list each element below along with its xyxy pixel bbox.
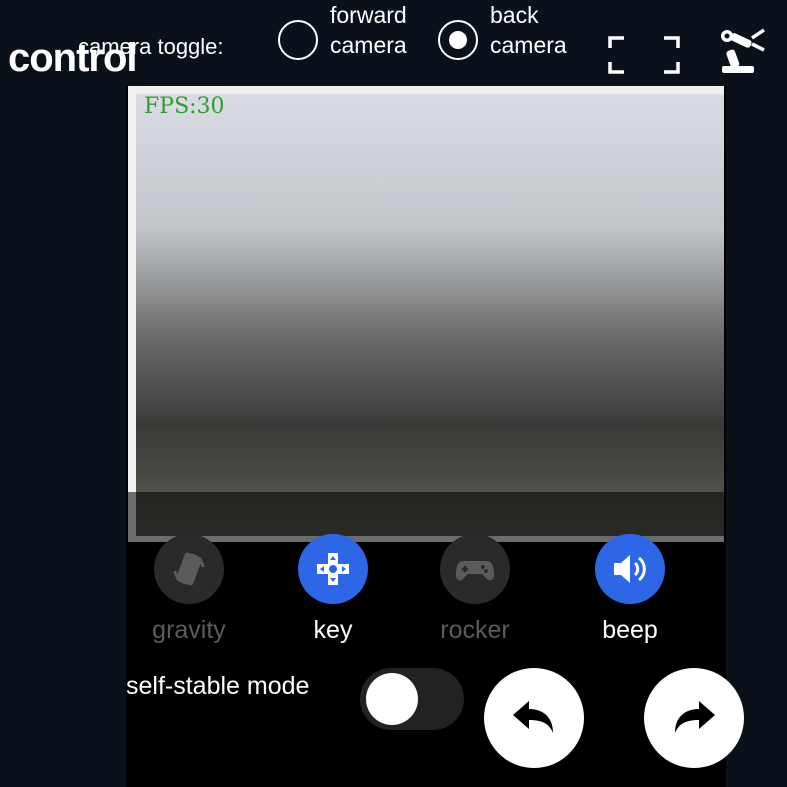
forward-camera-label[interactable]: forward camera bbox=[330, 0, 407, 60]
forward-camera-radio[interactable] bbox=[278, 20, 318, 60]
mode-label-gravity: gravity bbox=[152, 616, 226, 644]
rotate-left-icon bbox=[513, 701, 553, 733]
speaker-icon bbox=[614, 555, 646, 583]
mode-gravity[interactable]: gravity bbox=[118, 534, 258, 654]
gravity-icon-circle[interactable] bbox=[154, 534, 224, 604]
dpad-icon-circle[interactable] bbox=[298, 534, 368, 604]
gamepad-icon bbox=[456, 561, 494, 581]
dpad-icon bbox=[317, 553, 349, 585]
gravity-icon bbox=[173, 552, 205, 586]
robot-arm-icon[interactable] bbox=[716, 24, 768, 76]
mode-key[interactable]: key bbox=[262, 534, 402, 654]
mode-label-beep: beep bbox=[602, 616, 658, 644]
gamepad-icon-circle[interactable] bbox=[440, 534, 510, 604]
mode-label-key: key bbox=[313, 616, 353, 644]
rotate-left-button[interactable] bbox=[484, 668, 584, 768]
video-frame bbox=[136, 94, 724, 536]
mode-rocker[interactable]: rocker bbox=[404, 534, 544, 654]
mode-beep[interactable]: beep bbox=[559, 534, 699, 654]
self-stable-toggle[interactable] bbox=[360, 668, 464, 730]
camera-video-feed: FPS:30 bbox=[128, 86, 724, 542]
camera-toggle-label: camera toggle: bbox=[78, 34, 224, 59]
self-stable-label: self-stable mode bbox=[126, 672, 310, 700]
rotate-right-button[interactable] bbox=[644, 668, 744, 768]
back-camera-radio[interactable] bbox=[438, 20, 478, 60]
rotate-right-icon bbox=[675, 701, 715, 733]
mode-label-rocker: rocker bbox=[440, 616, 510, 644]
fullscreen-icon[interactable] bbox=[608, 36, 680, 74]
back-camera-label[interactable]: back camera bbox=[490, 0, 567, 60]
fps-counter: FPS:30 bbox=[144, 94, 225, 119]
speaker-icon-circle[interactable] bbox=[595, 534, 665, 604]
